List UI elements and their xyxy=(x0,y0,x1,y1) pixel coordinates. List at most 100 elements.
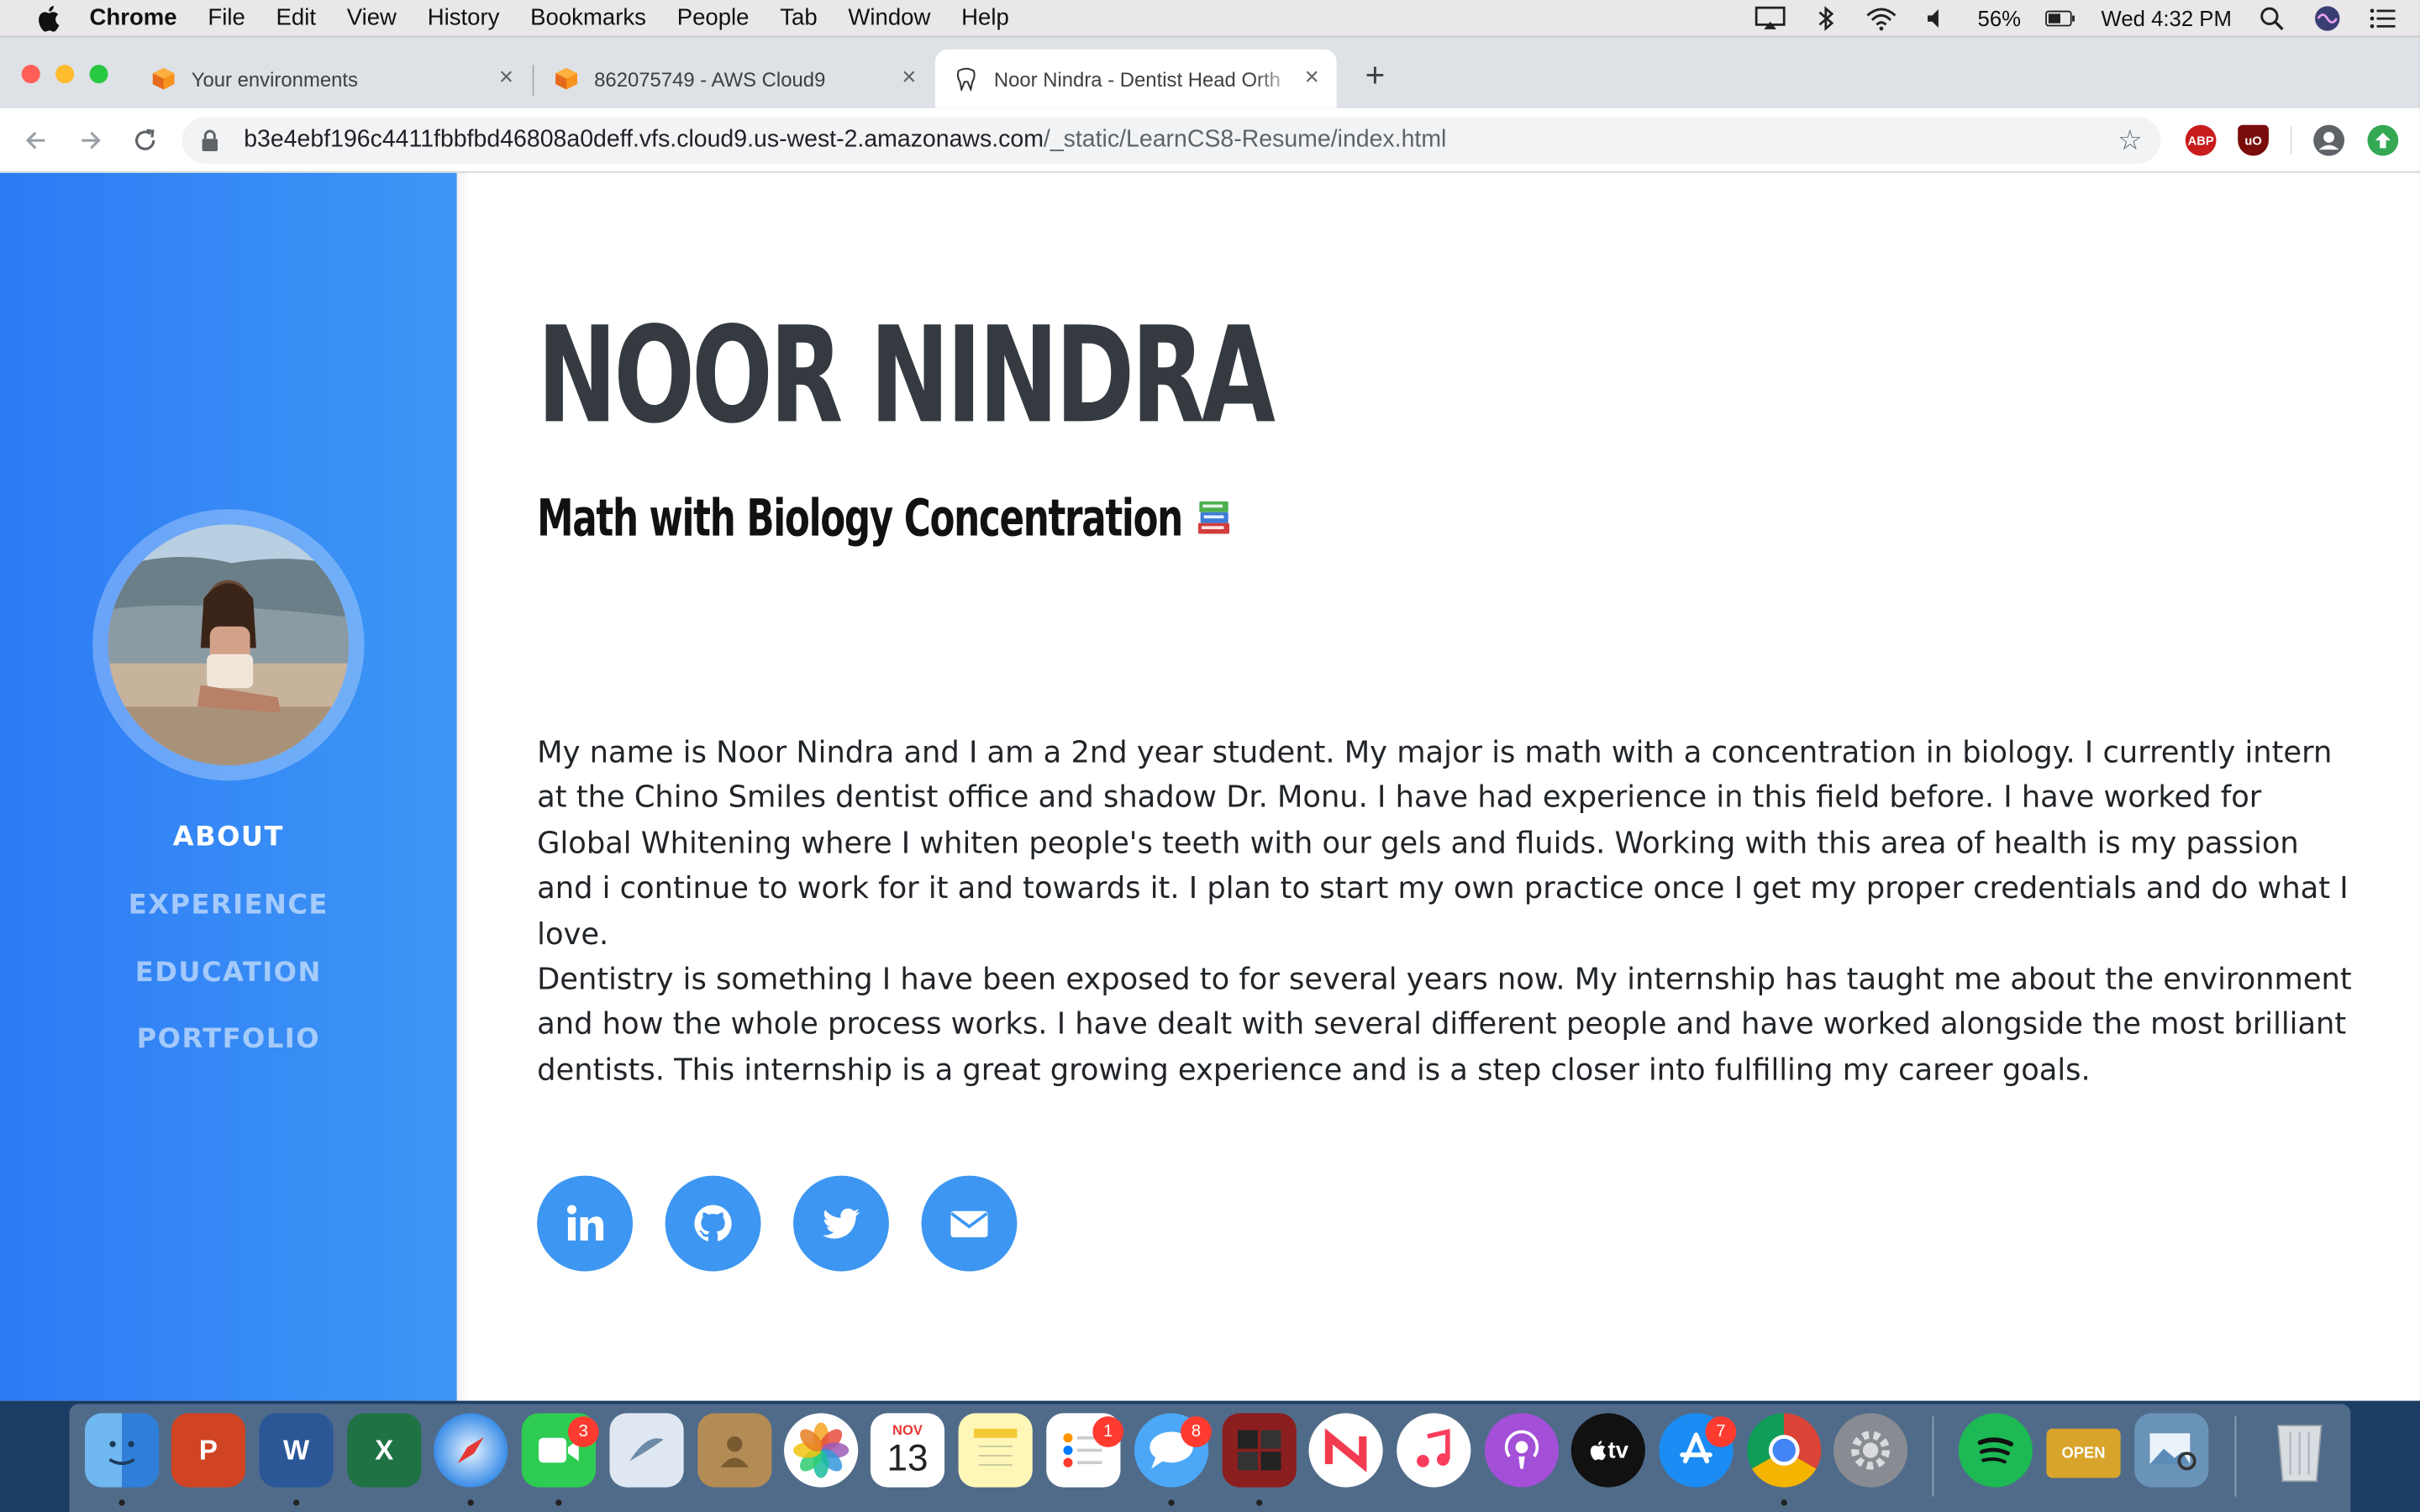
volume-icon[interactable] xyxy=(1922,6,1953,30)
aws-cube-icon xyxy=(151,66,176,91)
photo-booth-icon[interactable] xyxy=(1222,1413,1297,1488)
apple-tv-icon[interactable]: tv xyxy=(1570,1413,1645,1488)
avatar xyxy=(108,524,350,766)
mail-icon[interactable] xyxy=(609,1413,684,1488)
tab-title: 862075749 - AWS Cloud9 xyxy=(594,66,826,91)
calendar-icon[interactable]: NOV 13 xyxy=(870,1413,945,1488)
menu-view[interactable]: View xyxy=(347,5,397,31)
window-close-button[interactable] xyxy=(21,65,40,84)
resume-page: ABOUT EXPERIENCE EDUCATION PORTFOLIO NOO… xyxy=(0,172,2420,1401)
browser-toolbar: b3e4ebf196c4411fbbfbd46808a0deff.vfs.clo… xyxy=(0,108,2420,173)
update-arrow-icon[interactable] xyxy=(2367,124,2399,156)
news-icon[interactable] xyxy=(1308,1413,1383,1488)
ublock-origin-icon[interactable]: uO xyxy=(2238,124,2269,156)
spotify-icon[interactable] xyxy=(1958,1413,2033,1488)
reminders-badge: 1 xyxy=(1092,1416,1124,1447)
tab-close-icon[interactable]: × xyxy=(897,65,921,91)
linkedin-button[interactable] xyxy=(537,1175,634,1272)
running-indicator xyxy=(1256,1499,1263,1506)
podcasts-icon[interactable] xyxy=(1484,1413,1560,1488)
subtitle-text: Math with Biology Concentration xyxy=(537,487,1183,549)
excel-icon[interactable]: X xyxy=(347,1413,422,1488)
powerpoint-icon[interactable]: P xyxy=(171,1413,246,1488)
battery-percent: 56% xyxy=(1977,6,2022,31)
sidebar: ABOUT EXPERIENCE EDUCATION PORTFOLIO xyxy=(0,172,457,1401)
lock-icon[interactable] xyxy=(201,129,223,151)
email-button[interactable] xyxy=(921,1175,1018,1272)
apple-tv-label: tv xyxy=(1607,1436,1629,1464)
bookmark-star-icon[interactable]: ☆ xyxy=(2118,127,2145,155)
menu-app-name[interactable]: Chrome xyxy=(90,5,177,31)
page-subtitle: Math with Biology Concentration xyxy=(537,485,1232,553)
music-icon[interactable] xyxy=(1397,1413,1471,1488)
menu-window[interactable]: Window xyxy=(848,5,930,31)
safari-icon[interactable] xyxy=(434,1413,508,1488)
preview-icon[interactable] xyxy=(2134,1413,2209,1488)
tab-close-icon[interactable]: × xyxy=(494,65,518,91)
tab-your-environments[interactable]: Your environments × xyxy=(129,50,531,108)
finder-icon[interactable] xyxy=(85,1413,160,1488)
status-area: 56% Wed 4:32 PM xyxy=(1755,0,2398,37)
running-indicator xyxy=(1781,1499,1787,1506)
tab-title: Noor Nindra - Dentist Head Orth xyxy=(993,66,1281,91)
sidebar-item-portfolio[interactable]: PORTFOLIO xyxy=(0,1025,457,1056)
chrome-icon[interactable] xyxy=(1747,1413,1822,1488)
messages-badge: 8 xyxy=(1181,1416,1212,1447)
menu-edit[interactable]: Edit xyxy=(276,5,316,31)
sidebar-shadow xyxy=(456,172,470,1401)
app-store-badge: 7 xyxy=(1705,1416,1737,1447)
menu-file[interactable]: File xyxy=(208,5,245,31)
sidebar-item-about[interactable]: ABOUT xyxy=(0,822,457,853)
sidebar-item-education[interactable]: EDUCATION xyxy=(0,958,457,990)
adblock-plus-icon[interactable]: ABP xyxy=(2185,124,2217,156)
photos-icon[interactable] xyxy=(784,1413,859,1488)
screen: Chrome File Edit View History Bookmarks … xyxy=(0,0,2420,1512)
bluetooth-icon[interactable] xyxy=(1811,6,1842,31)
linkedin-icon xyxy=(566,1205,604,1241)
tab-aws-cloud9[interactable]: 862075749 - AWS Cloud9 × xyxy=(533,50,934,108)
tab-noor-nindra[interactable]: Noor Nindra - Dentist Head Orth × xyxy=(935,49,1337,108)
profile-avatar-icon[interactable] xyxy=(2313,124,2344,156)
siri-icon[interactable] xyxy=(2312,6,2343,31)
system-preferences-icon[interactable] xyxy=(1833,1413,1908,1488)
running-indicator xyxy=(555,1499,562,1506)
address-bar[interactable]: b3e4ebf196c4411fbbfbd46808a0deff.vfs.clo… xyxy=(182,117,2161,164)
new-tab-button[interactable]: + xyxy=(1358,55,1392,94)
menu-help[interactable]: Help xyxy=(961,5,1009,31)
notes-icon[interactable] xyxy=(958,1413,1033,1488)
forward-button[interactable] xyxy=(74,123,108,157)
menubar-clock[interactable]: Wed 4:32 PM xyxy=(2102,6,2232,30)
window-zoom-button[interactable] xyxy=(89,65,108,84)
facetime-badge: 3 xyxy=(567,1416,599,1447)
running-indicator xyxy=(292,1499,300,1506)
tab-close-icon[interactable]: × xyxy=(1300,65,1324,91)
battery-icon[interactable] xyxy=(2045,6,2076,30)
github-icon xyxy=(694,1205,732,1242)
back-button[interactable] xyxy=(18,123,52,157)
wifi-icon[interactable] xyxy=(1866,6,1897,31)
tab-strip: Your environments × 862075749 - AWS Clou… xyxy=(0,37,2420,108)
twitter-button[interactable] xyxy=(793,1175,889,1272)
macos-menu-bar: Chrome File Edit View History Bookmarks … xyxy=(0,0,2420,38)
open-sign-icon[interactable]: OPEN xyxy=(2046,1428,2121,1478)
url-host: b3e4ebf196c4411fbbfbd46808a0deff.vfs.clo… xyxy=(244,126,1044,153)
reload-icon xyxy=(135,129,155,150)
menu-history[interactable]: History xyxy=(428,5,500,31)
reload-button[interactable] xyxy=(128,123,161,157)
menu-tab[interactable]: Tab xyxy=(780,5,817,31)
menu-people[interactable]: People xyxy=(677,5,750,31)
arrow-left-icon xyxy=(25,131,45,150)
tooth-icon xyxy=(954,66,978,93)
word-icon[interactable]: W xyxy=(259,1413,334,1488)
trash-icon[interactable] xyxy=(2263,1413,2337,1487)
notification-center-icon[interactable] xyxy=(2367,6,2398,30)
airplay-icon[interactable] xyxy=(1755,6,1786,30)
apple-logo-icon[interactable] xyxy=(34,4,61,32)
spotlight-search-icon[interactable] xyxy=(2256,6,2287,31)
sidebar-item-experience[interactable]: EXPERIENCE xyxy=(0,890,457,921)
menu-bookmarks[interactable]: Bookmarks xyxy=(530,5,646,31)
window-minimize-button[interactable] xyxy=(55,65,75,84)
github-button[interactable] xyxy=(665,1175,761,1272)
dock-divider xyxy=(1932,1416,1934,1497)
contacts-icon[interactable] xyxy=(697,1413,772,1488)
